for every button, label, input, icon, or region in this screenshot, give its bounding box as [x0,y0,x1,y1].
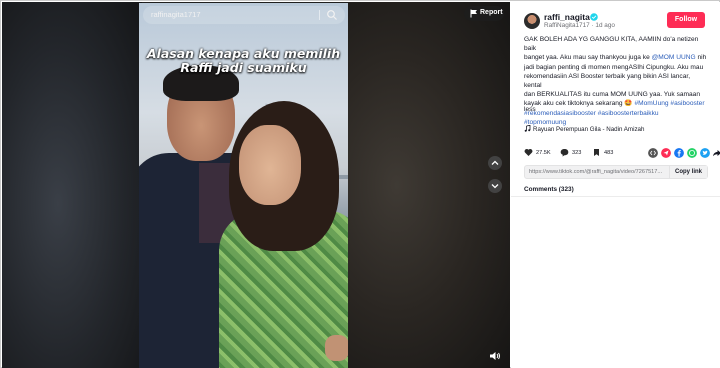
post-time: 1d ago [595,22,615,29]
app-window: Alasan kenapa aku memilih Raffi jadi sua… [0,0,720,368]
whatsapp-icon[interactable] [687,148,697,158]
video-player[interactable]: Alasan kenapa aku memilih Raffi jadi sua… [139,3,348,368]
previous-video-button[interactable] [488,156,502,170]
save-count: 483 [604,150,614,156]
less-toggle[interactable]: less [524,106,536,113]
music-title: Rayuan Perempuan Gila - Nadin Amizah [533,126,645,133]
follow-button[interactable]: Follow [667,12,705,28]
music-link[interactable]: Rayuan Perempuan Gila - Nadin Amizah [524,125,644,133]
comment-icon [560,149,569,157]
caption-line-2: Raffi jadi suamiku [180,60,307,75]
details-panel: raffi_nagita RaffiNagita1717 · 1d ago Fo… [511,2,720,368]
search-bar[interactable]: raffinagita1717 [143,6,345,24]
report-label: Report [480,9,503,16]
woman-figure [209,101,348,368]
bookmark-icon [594,149,599,157]
description-line: rekomendasiin ASI Booster terbaik yang b… [524,72,691,90]
description-line: #rekomendasiasibooster #asiboosterterbai… [524,109,708,118]
hashtag-link[interactable]: #asibooster [670,100,704,107]
search-icon[interactable] [326,9,338,21]
twitter-icon[interactable] [700,148,710,158]
music-note-icon [524,125,531,132]
mention-link[interactable]: @MOM UUNG [652,54,696,61]
comment-count: 323 [572,150,582,156]
action-bar: 27.5K 323 483 [524,147,720,159]
description-line: jadi bagian penting di momen mengASIhi C… [524,63,704,71]
share-arrow-icon[interactable] [712,148,720,158]
author-username[interactable]: raffi_nagita [544,12,590,22]
video-link-input[interactable]: https://www.tiktok.com/@raffi_nagita/vid… [529,169,669,175]
hashtag-link[interactable]: #asiboosterterbaikku [598,110,659,117]
avatar[interactable] [524,13,540,29]
blurred-background-left [2,2,142,368]
description-line: GAK BOLEH ADA YG GANGGU KITA, AAMIIN do'… [524,36,699,53]
description-line: banget yaa. Aku mau say thankyou juga ke… [524,54,707,62]
embed-icon[interactable] [648,148,658,158]
next-video-button[interactable] [488,179,502,193]
like-button[interactable]: 27.5K [524,147,551,159]
volume-icon[interactable] [489,350,501,362]
author-subline: RaffiNagita1717 · 1d ago [544,22,615,29]
video-caption: Alasan kenapa aku memilih Raffi jadi sua… [139,47,348,75]
chevron-down-icon [491,184,499,189]
save-button[interactable]: 483 [592,147,613,159]
comment-button[interactable]: 323 [560,147,581,159]
divider [511,196,720,197]
hashtag-link[interactable]: #MomUung [634,100,668,107]
description-line: kayak aku cek tiktoknya sekarang 🤩 #MomU… [524,100,705,108]
search-input[interactable]: raffinagita1717 [151,10,201,19]
caption-line-1: Alasan kenapa aku memilih [146,46,341,61]
video-stage: Alasan kenapa aku memilih Raffi jadi sua… [2,2,510,368]
video-description: GAK BOLEH ADA YG GANGGU KITA, AAMIIN do'… [524,35,708,127]
like-count: 27.5K [536,150,551,156]
flag-icon [470,9,477,18]
copy-link-button[interactable]: Copy link [669,166,707,178]
send-to-friends-icon[interactable] [661,148,671,158]
description-line: dan BERKUALITAS itu cuma MOM UUNG yaa. Y… [524,91,701,99]
heart-icon [524,148,533,157]
author-handle: RaffiNagita1717 [544,22,590,29]
report-button[interactable]: Report [464,6,504,21]
video-link-box: https://www.tiktok.com/@raffi_nagita/vid… [524,165,708,179]
hand-figure [325,335,348,361]
verified-icon [590,13,598,21]
comments-header[interactable]: Comments (323) [524,186,574,193]
search-divider [319,10,320,20]
facebook-icon[interactable] [674,148,684,158]
blurred-background-right [348,2,510,368]
chevron-up-icon [491,160,499,165]
